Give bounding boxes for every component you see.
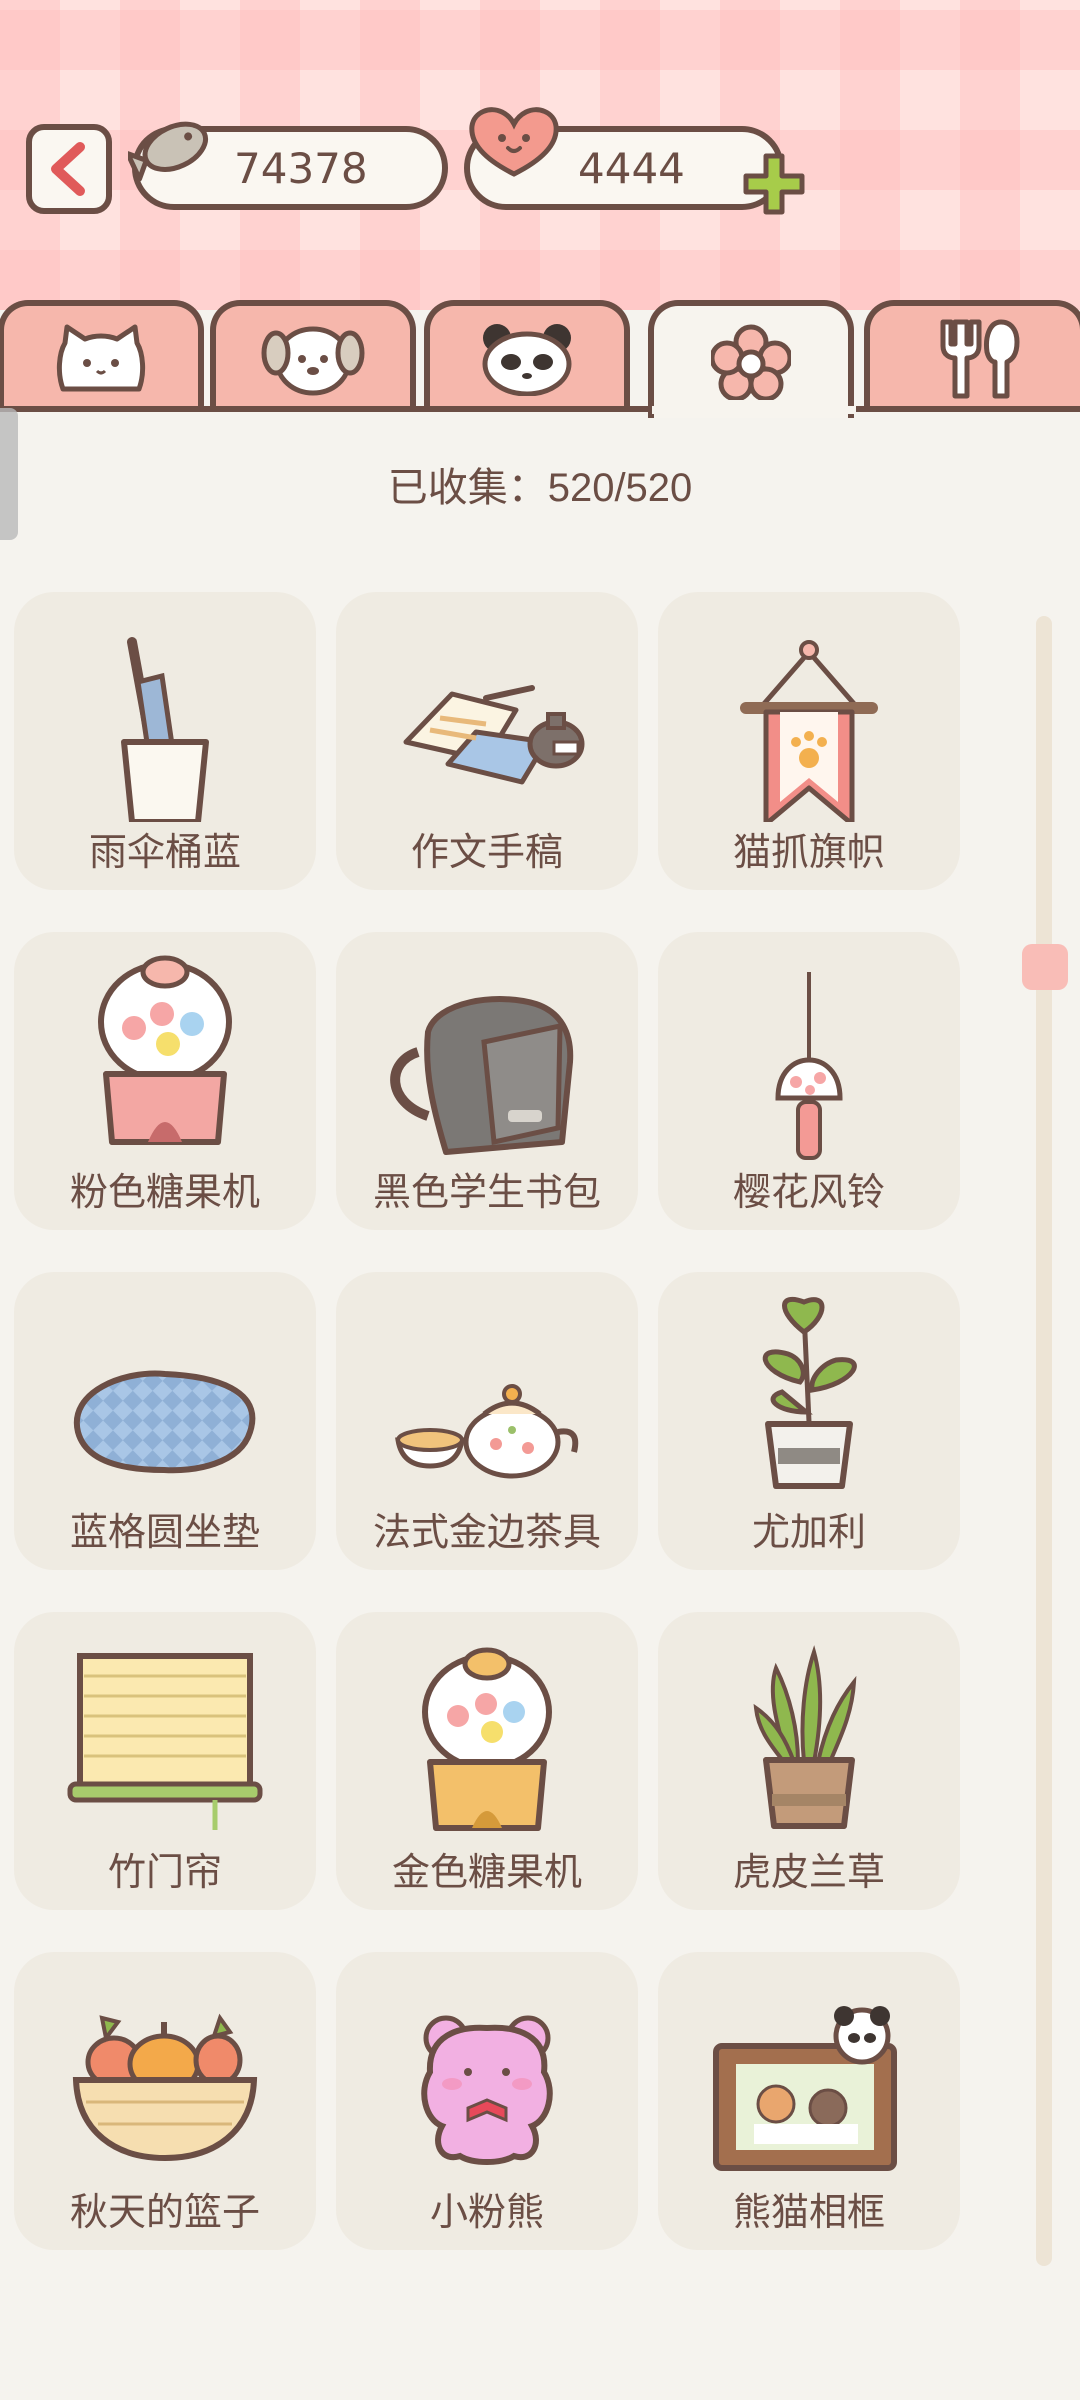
tab-decor[interactable] <box>648 300 854 418</box>
item-card[interactable]: 小粉熊 <box>336 1952 638 2250</box>
flower-icon <box>711 324 791 400</box>
item-card[interactable]: 雨伞桶蓝 <box>14 592 316 890</box>
manuscript-icon <box>403 685 585 785</box>
item-label: 小粉熊 <box>429 2190 544 2234</box>
cat-paw-banner-icon <box>740 640 878 822</box>
collection-count: 520/520 <box>547 466 693 510</box>
dog-icon <box>261 326 365 396</box>
item-card[interactable]: 蓝格圆坐垫 <box>14 1272 316 1570</box>
scrollbar-thumb[interactable] <box>1022 944 1068 990</box>
heart-count: 4444 <box>578 143 685 193</box>
blue-cushion-icon <box>73 1370 256 1474</box>
wind-chime-icon <box>775 972 843 1160</box>
tab-food[interactable] <box>864 300 1080 412</box>
pink-gumball-machine-icon <box>98 955 232 1145</box>
item-card[interactable]: 作文手稿 <box>336 592 638 890</box>
collection-progress: 已收集：520/520 <box>0 455 1080 513</box>
school-bag-icon <box>390 996 574 1155</box>
item-label: 熊猫相框 <box>732 2190 885 2234</box>
plus-icon[interactable] <box>740 150 808 218</box>
tab-dog[interactable] <box>210 300 416 412</box>
item-label: 蓝格圆坐垫 <box>69 1510 260 1554</box>
gold-gumball-machine-icon <box>422 1647 552 1831</box>
snake-plant-icon <box>753 1645 857 1829</box>
bamboo-curtain-icon <box>67 1653 263 1830</box>
tab-divider <box>0 406 1080 412</box>
item-card[interactable]: 黑色学生书包 <box>336 932 638 1230</box>
category-tabs <box>0 300 1080 420</box>
item-card[interactable]: 秋天的篮子 <box>14 1952 316 2250</box>
tea-set-icon <box>395 1384 579 1479</box>
item-label: 作文手稿 <box>410 830 563 874</box>
item-card[interactable]: 虎皮兰草 <box>658 1612 960 1910</box>
item-label: 猫抓旗帜 <box>732 830 885 874</box>
pink-bear-plush-icon <box>421 2015 553 2165</box>
item-label: 法式金边茶具 <box>372 1510 601 1554</box>
item-label: 雨伞桶蓝 <box>88 830 241 874</box>
item-label: 黑色学生书包 <box>372 1170 601 1214</box>
item-card[interactable]: 金色糖果机 <box>336 1612 638 1910</box>
back-arrow-icon <box>51 142 85 196</box>
cat-icon <box>56 324 146 392</box>
active-tab-gap <box>652 406 856 414</box>
tab-panda[interactable] <box>424 300 630 412</box>
item-label: 樱花风铃 <box>732 1170 885 1214</box>
fish-count: 74378 <box>234 143 368 193</box>
panda-icon <box>482 324 572 396</box>
item-card[interactable]: 竹门帘 <box>14 1612 316 1910</box>
tab-cat[interactable] <box>0 300 204 412</box>
autumn-basket-icon <box>72 2013 258 2162</box>
item-card[interactable]: 粉色糖果机 <box>14 932 316 1230</box>
item-card[interactable]: 熊猫相框 <box>658 1952 960 2250</box>
item-label: 秋天的篮子 <box>69 2190 260 2234</box>
item-card[interactable]: 樱花风铃 <box>658 932 960 1230</box>
back-button[interactable] <box>26 124 112 214</box>
fish-icon <box>128 121 209 182</box>
eucalyptus-plant-icon <box>762 1296 857 1489</box>
item-label: 粉色糖果机 <box>69 1170 260 1214</box>
item-card[interactable]: 尤加利 <box>658 1272 960 1570</box>
item-label: 金色糖果机 <box>391 1850 582 1894</box>
item-label: 虎皮兰草 <box>732 1850 885 1894</box>
item-card[interactable]: 法式金边茶具 <box>336 1272 638 1570</box>
item-label: 尤加利 <box>751 1510 866 1554</box>
fork-spoon-icon <box>940 319 1020 399</box>
umbrella-stand-icon <box>121 637 209 822</box>
item-card[interactable]: 猫抓旗帜 <box>658 592 960 890</box>
item-label: 竹门帘 <box>107 1850 222 1894</box>
collection-label: 已收集： <box>387 465 548 511</box>
panda-photo-frame-icon <box>713 2006 897 2171</box>
scrollbar-track[interactable] <box>1036 616 1052 2266</box>
heart-icon <box>469 107 559 177</box>
